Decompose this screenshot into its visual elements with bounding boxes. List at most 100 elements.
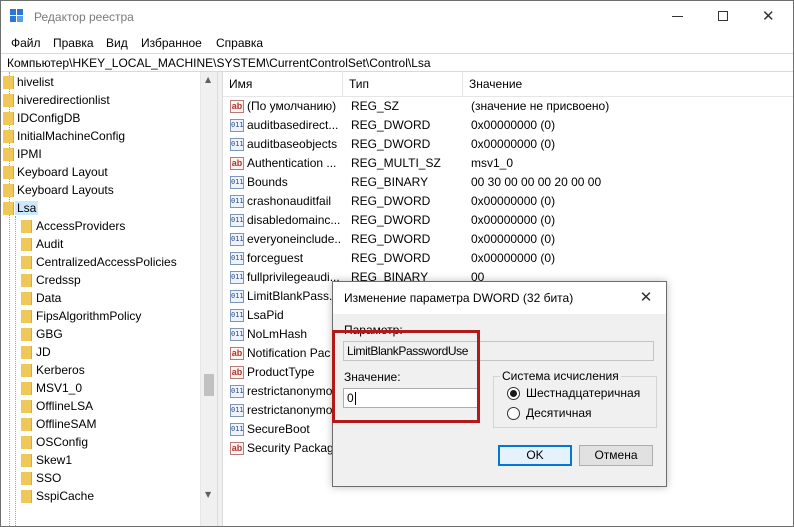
tree-item[interactable]: Keyboard Layout: [1, 163, 201, 181]
tree-item[interactable]: OSConfig: [1, 433, 201, 451]
value-label: Значение:: [344, 370, 401, 384]
key-tree[interactable]: hivelist hiveredirectionlist IDConfigDB Ini…: [1, 72, 217, 526]
close-button[interactable]: ✕: [747, 1, 793, 32]
tree-item-label[interactable]: Keyboard Layout: [17, 165, 108, 179]
value-data: (значение не присвоено): [471, 99, 610, 113]
tree-item[interactable]: IDConfigDB: [1, 109, 201, 127]
folder-icon: [21, 310, 32, 323]
ok-button[interactable]: OK: [498, 445, 572, 466]
tree-item[interactable]: SSO: [1, 469, 201, 487]
tree-item-label[interactable]: SSO: [36, 471, 61, 485]
tree-item[interactable]: OfflineSAM: [1, 415, 201, 433]
tree-item-label[interactable]: Lsa: [15, 201, 39, 215]
tree-item-label[interactable]: OfflineSAM: [36, 417, 96, 431]
tree-item[interactable]: AccessProviders: [1, 217, 201, 235]
value-row[interactable]: 0110disabledomainc... REG_DWORD 0x00000000…: [223, 211, 793, 230]
tree-item-label[interactable]: OfflineLSA: [36, 399, 93, 413]
title-bar: Редактор реестра ✕: [1, 1, 793, 32]
tree-item-label[interactable]: CentralizedAccessPolicies: [36, 255, 177, 269]
tree-item-label[interactable]: OSConfig: [36, 435, 88, 449]
tree-item-label[interactable]: Keyboard Layouts: [17, 183, 114, 197]
tree-item-label[interactable]: IPMI: [17, 147, 42, 161]
tree-item-label[interactable]: Audit: [36, 237, 63, 251]
value-name: disabledomainc...: [247, 213, 341, 227]
value-name: Security Package: [247, 441, 341, 455]
address-path[interactable]: Компьютер\HKEY_LOCAL_MACHINE\SYSTEM\Curr…: [7, 56, 431, 70]
tree-item-label[interactable]: GBG: [36, 327, 63, 341]
menu-file[interactable]: Файл: [11, 36, 41, 50]
value-input[interactable]: 0: [343, 388, 479, 408]
tree-item-label[interactable]: FipsAlgorithmPolicy: [36, 309, 141, 323]
address-bar[interactable]: Компьютер\HKEY_LOCAL_MACHINE\SYSTEM\Curr…: [1, 53, 793, 72]
tree-item-label[interactable]: Skew1: [36, 453, 72, 467]
value-row[interactable]: 0110forceguest REG_DWORD 0x00000000 (0): [223, 249, 793, 268]
tree-item-label[interactable]: Data: [36, 291, 61, 305]
tree-item[interactable]: hivelist: [1, 73, 201, 91]
value-row[interactable]: 0110Bounds REG_BINARY 00 30 00 00 00 20 00…: [223, 173, 793, 192]
tree-item[interactable]: SspiCache: [1, 487, 201, 505]
tree-item[interactable]: MSV1_0: [1, 379, 201, 397]
tree-item[interactable]: InitialMachineConfig: [1, 127, 201, 145]
tree-item[interactable]: IPMI: [1, 145, 201, 163]
value-name: restrictanonymo: [247, 403, 333, 417]
value-name: auditbaseobjects: [247, 137, 338, 151]
column-type[interactable]: Тип: [343, 72, 463, 97]
folder-icon: [21, 400, 32, 413]
value-data: 0x00000000 (0): [471, 194, 556, 208]
tree-item[interactable]: GBG: [1, 325, 201, 343]
tree-item-label[interactable]: hiveredirectionlist: [17, 93, 110, 107]
value-row[interactable]: ab (По умолчанию) REG_SZ (значение не присв…: [223, 97, 793, 116]
tree-item[interactable]: Keyboard Layouts: [1, 181, 201, 199]
tree-item[interactable]: hiveredirectionlist: [1, 91, 201, 109]
menu-favorites[interactable]: Избранное: [141, 36, 202, 50]
tree-item-label[interactable]: JD: [36, 345, 51, 359]
radio-hex-label[interactable]: Шестнадцатеричная: [526, 386, 640, 400]
tree-item-label[interactable]: Credssp: [36, 273, 81, 287]
menu-help[interactable]: Справка: [216, 36, 263, 50]
scroll-thumb[interactable]: [204, 374, 214, 396]
value-row[interactable]: 0110auditbaseobjects REG_DWORD 0x00000000 …: [223, 135, 793, 154]
tree-item-label[interactable]: Kerberos: [36, 363, 85, 377]
scroll-up-icon[interactable]: ▲: [205, 75, 211, 84]
tree-item[interactable]: Data: [1, 289, 201, 307]
value-row[interactable]: 0110auditbasedirect... REG_DWORD 0x0000000…: [223, 116, 793, 135]
column-data[interactable]: Значение: [463, 72, 793, 97]
radio-dec-label[interactable]: Десятичная: [526, 406, 592, 420]
tree-item-label[interactable]: AccessProviders: [36, 219, 125, 233]
folder-icon: [21, 364, 32, 377]
menu-edit[interactable]: Правка: [53, 36, 94, 50]
column-name[interactable]: Имя: [223, 72, 343, 97]
value-row[interactable]: 0110everyoneinclude... REG_DWORD 0x0000000…: [223, 230, 793, 249]
value-data: 00 30 00 00 00 20 00 00: [471, 175, 602, 189]
folder-icon: [21, 346, 32, 359]
radio-dec[interactable]: [507, 407, 520, 420]
tree-scrollbar[interactable]: ▲ ▼: [200, 72, 217, 526]
value-row[interactable]: ab Authentication ... REG_MULTI_SZ msv1_0: [223, 154, 793, 173]
tree-item-label[interactable]: IDConfigDB: [17, 111, 80, 125]
tree-item[interactable]: CentralizedAccessPolicies: [1, 253, 201, 271]
radio-hex[interactable]: [507, 387, 520, 400]
tree-item-label[interactable]: InitialMachineConfig: [17, 129, 125, 143]
value-row[interactable]: 0110crashonauditfail REG_DWORD 0x00000000 …: [223, 192, 793, 211]
tree-item[interactable]: Audit: [1, 235, 201, 253]
tree-item[interactable]: Skew1: [1, 451, 201, 469]
edit-dword-dialog: Изменение параметра DWORD (32 бита) ✕ Па…: [332, 281, 667, 487]
minimize-button[interactable]: [655, 1, 701, 32]
tree-item[interactable]: Lsa: [1, 199, 201, 217]
tree-item[interactable]: Credssp: [1, 271, 201, 289]
scroll-down-icon[interactable]: ▼: [205, 490, 211, 499]
cancel-button[interactable]: Отмена: [579, 445, 653, 466]
tree-item[interactable]: OfflineLSA: [1, 397, 201, 415]
menu-view[interactable]: Вид: [106, 36, 128, 50]
tree-item[interactable]: Kerberos: [1, 361, 201, 379]
tree-item-label[interactable]: hivelist: [17, 75, 54, 89]
tree-item[interactable]: FipsAlgorithmPolicy: [1, 307, 201, 325]
maximize-button[interactable]: [701, 1, 747, 32]
folder-icon: [3, 112, 14, 125]
binary-value-icon: 0110: [230, 290, 244, 303]
dialog-close-icon[interactable]: ✕: [633, 287, 659, 309]
value-name: forceguest: [247, 251, 304, 265]
tree-item[interactable]: JD: [1, 343, 201, 361]
tree-item-label[interactable]: SspiCache: [36, 489, 94, 503]
tree-item-label[interactable]: MSV1_0: [36, 381, 82, 395]
